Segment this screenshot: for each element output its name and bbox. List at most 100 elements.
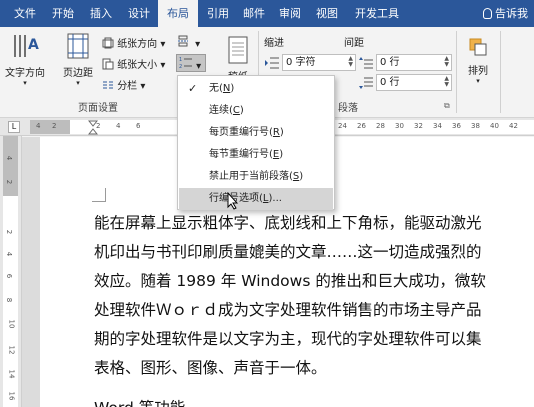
tell-me-box[interactable]: 告诉我 [483,0,528,27]
tab-mailings[interactable]: 邮件 [236,0,272,27]
indent-left-icon [265,57,279,69]
text-direction-button[interactable]: A 文字方向 ▾ [4,31,46,87]
spacing-title: 间距 [344,38,364,49]
ruler-number: 28 [376,122,385,130]
arrange-icon [469,38,487,56]
tab-selector[interactable]: L [8,121,20,133]
vertical-ruler[interactable]: 4 2 2 4 6 8 10 12 14 16 [0,136,22,407]
ruler-number: 30 [395,122,404,130]
text-direction-icon: A [14,35,39,57]
ruler-number: 42 [509,122,518,130]
columns-icon [103,81,113,89]
size-button[interactable]: 纸张大小 ▾ [102,56,165,71]
line-numbers-menu: ✓ 无(N) 连续(C) 每页重编行号(R) 每节重编行号(E) 禁止用于当前段… [177,75,335,210]
ruler-number: 38 [471,122,480,130]
menu-item-line-numbering-options[interactable]: 行编号选项(L)... [179,188,333,210]
ruler-number: 2 [5,229,14,235]
ruler-number: 34 [433,122,442,130]
margins-button[interactable]: 页边距 ▾ [58,31,98,87]
ruler-number: 14 [7,369,16,379]
ruler-number: 6 [136,122,141,130]
tab-design[interactable]: 设计 [120,0,158,27]
menu-item-continuous[interactable]: 连续(C) [179,100,333,122]
ruler-number: 4 [116,122,121,130]
tab-home[interactable]: 开始 [44,0,82,27]
menu-item-restart-each-section[interactable]: 每节重编行号(E) [179,144,333,166]
margins-icon [67,33,89,59]
ruler-number: 2 [52,122,57,130]
line-numbers-icon: 12 [179,57,192,70]
spinner-arrows-icon[interactable]: ▲ ▼ [444,56,449,68]
spacing-after-field[interactable]: 0 行 ▲ ▼ [376,74,452,91]
svg-text:1: 1 [179,57,182,63]
group-separator [456,31,457,113]
mouse-cursor-icon [227,192,239,210]
svg-text:A: A [28,37,39,53]
group-separator [500,31,501,113]
manuscript-icon [228,36,248,64]
paragraph-dialog-launcher-icon[interactable]: ⧉ [444,101,450,111]
ruler-number: 4 [5,155,14,161]
arrange-label: 排列 [468,66,488,77]
orientation-label: 纸张方向 [117,39,158,50]
ruler-number: 36 [452,122,461,130]
indent-left-field[interactable]: 0 字符 ▲ ▼ [282,54,356,71]
margins-label: 页边距 [63,68,93,79]
ruler-number: 10 [7,319,16,329]
line-numbers-button[interactable]: 12 ▾ [176,54,206,72]
spinner-arrows-icon[interactable]: ▲ ▼ [348,56,353,68]
menu-item-restart-each-page[interactable]: 每页重编行号(R) [179,122,333,144]
tab-references[interactable]: 引用 [200,0,236,27]
page-setup-group-label: 页面设置 [78,103,118,114]
margin-corner-mark [92,188,106,202]
document-line[interactable]: 期的字处理软件是以文字为主，现代的字处理软件可以集 [94,327,482,349]
ruler-number: 4 [5,251,14,257]
document-line[interactable]: Word 等功能 [94,396,185,407]
indent-left-value: 0 字符 [286,57,316,68]
ruler-number: 12 [7,345,16,355]
document-line[interactable]: 效应。随着 1989 年 Windows 的推出和巨大成功，微软 [94,269,486,291]
ruler-number: 4 [36,122,41,130]
size-label: 纸张大小 [117,60,158,71]
tab-developer[interactable]: 开发工具 [346,0,408,27]
svg-text:2: 2 [179,64,182,69]
document-line[interactable]: 表格、图形、图像、声音于一体。 [94,356,327,378]
ruler-number: 8 [5,297,14,303]
columns-button[interactable]: 分栏 ▾ [102,77,145,92]
menu-item-suppress-current-paragraph[interactable]: 禁止用于当前段落(S) [179,166,333,188]
ruler-number: 16 [7,391,16,401]
paragraph-group-label: 段落 [338,103,358,114]
text-direction-label: 文字方向 [5,68,45,79]
document-line[interactable]: 机印出与书刊印刷质量媲美的文章……这一切造成强烈的 [94,240,482,262]
tell-me-text: 告诉我 [495,7,528,20]
tab-review[interactable]: 审阅 [272,0,308,27]
ribbon-tab-bar: 文件 开始 插入 设计 布局 引用 邮件 审阅 视图 开发工具 告诉我 [0,0,534,28]
breaks-icon [178,35,188,47]
tab-layout[interactable]: 布局 [158,0,198,28]
document-line[interactable]: 能在屏幕上显示粗体字、底划线和上下角标，能驱动激光 [94,211,482,233]
breaks-button[interactable]: ▾ [178,35,200,50]
orientation-icon [102,37,114,49]
lightbulb-icon [483,8,492,19]
indent-marker-icon[interactable] [88,120,98,136]
document-line[interactable]: 处理软件Ｗｏｒｄ成为文字处理软件销售的市场主导产品 [94,298,482,320]
ruler-number: 6 [5,273,14,279]
tab-file[interactable]: 文件 [6,0,44,27]
orientation-button[interactable]: 纸张方向 ▾ [102,35,165,50]
spacing-before-icon [359,57,373,69]
arrange-button[interactable]: 排列 ▾ [462,35,494,85]
spacing-before-value: 0 行 [380,57,400,68]
paper-size-icon [102,58,114,70]
spacing-after-value: 0 行 [380,77,400,88]
checkmark-icon: ✓ [188,82,198,95]
indent-title: 缩进 [264,38,284,49]
spinner-arrows-icon[interactable]: ▲ ▼ [444,76,449,88]
spacing-after-icon [359,77,373,89]
columns-label: 分栏 [117,81,138,92]
tab-insert[interactable]: 插入 [82,0,120,27]
ruler-number: 32 [414,122,423,130]
menu-item-none[interactable]: ✓ 无(N) [179,78,333,100]
ruler-number: 24 [338,122,347,130]
spacing-before-field[interactable]: 0 行 ▲ ▼ [376,54,452,71]
tab-view[interactable]: 视图 [308,0,346,27]
